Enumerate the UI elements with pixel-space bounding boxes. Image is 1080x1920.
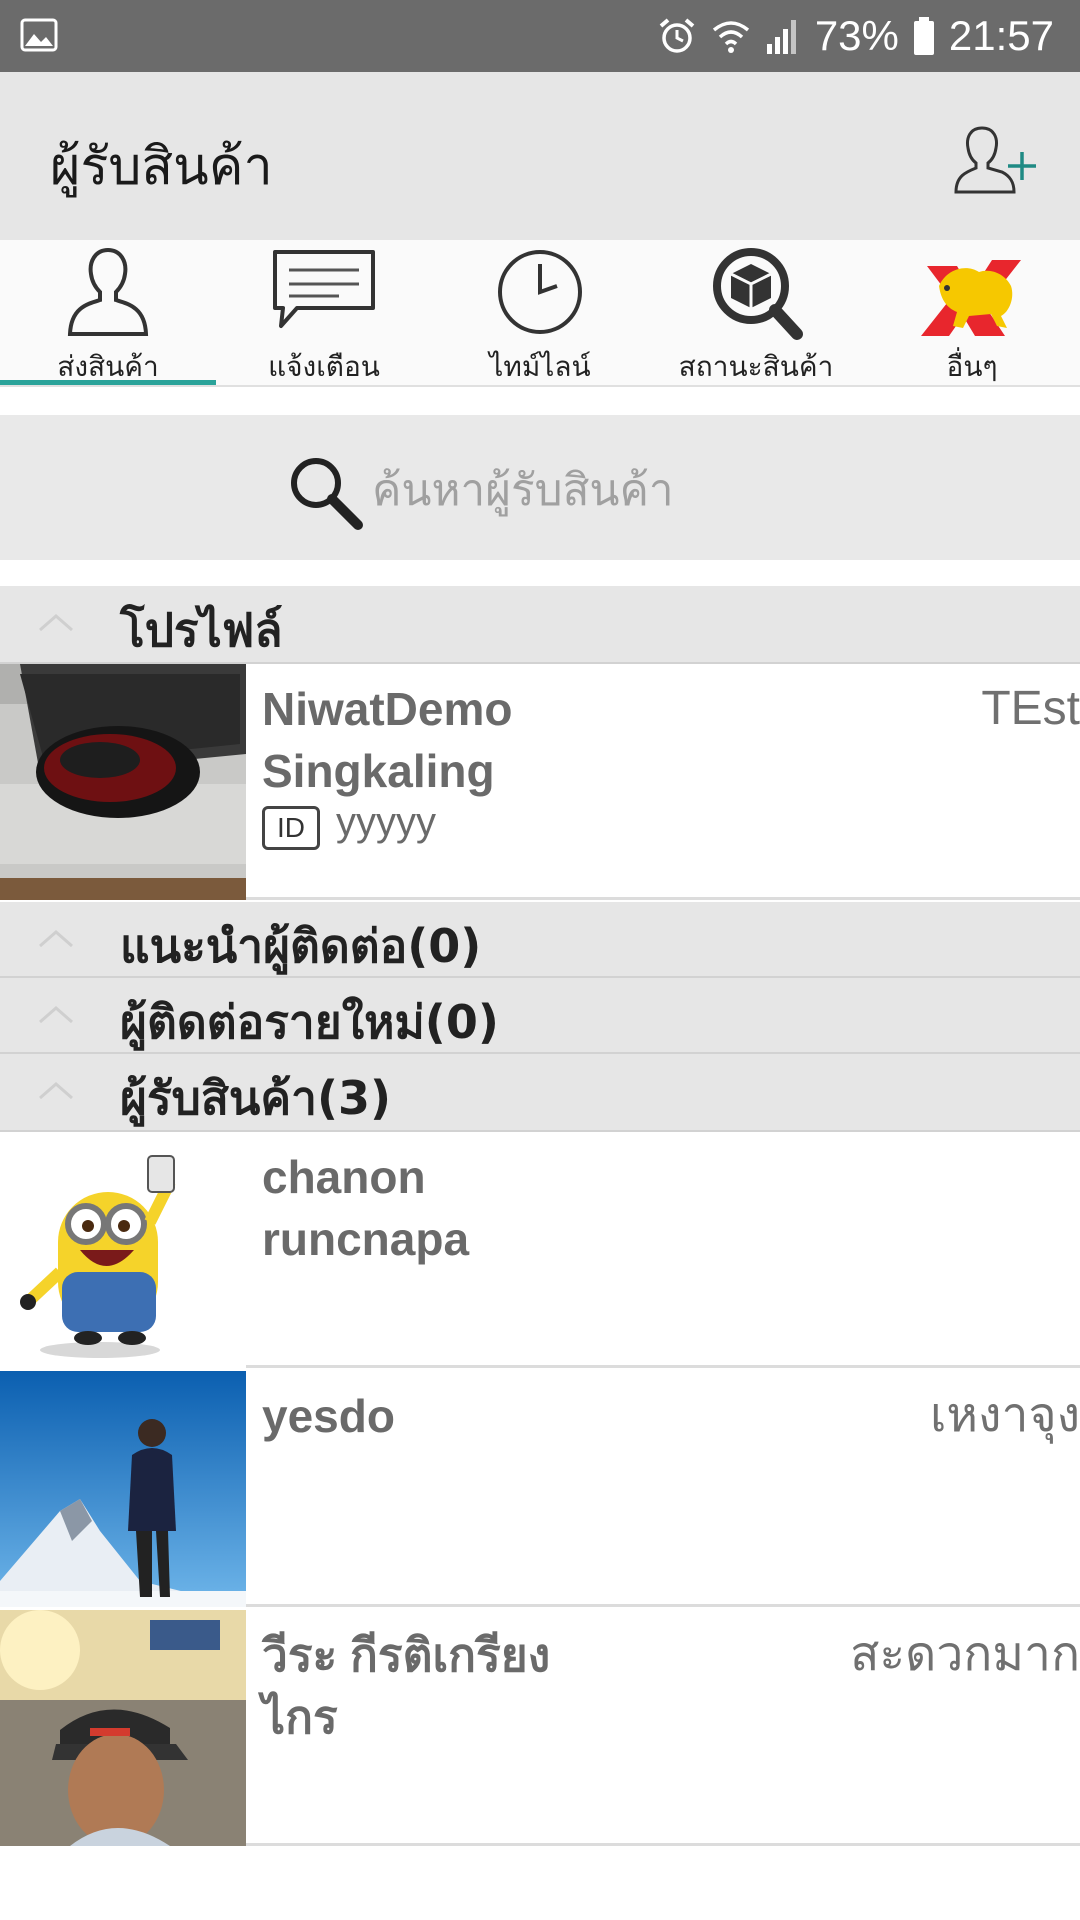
recipient-name: chanon runcnapa: [262, 1151, 470, 1265]
section-label: ผู้รับสินค้า(3): [120, 1071, 392, 1125]
divider: [0, 385, 1080, 415]
recipient-status: สะดวกมาก: [850, 1628, 1080, 1681]
tab-timeline[interactable]: ไทม์ไลน์: [432, 240, 648, 385]
section-label: โปรไฟล์: [120, 603, 283, 657]
section-header-suggested[interactable]: แนะนำผู้ติดต่อ(0): [0, 902, 1080, 978]
divider: [0, 560, 1080, 586]
section-header-new-contacts[interactable]: ผู้ติดต่อรายใหม่(0): [0, 978, 1080, 1054]
add-contact-icon[interactable]: [952, 120, 1042, 200]
recipient-name: วีระ กีรติเกรียง ไกร: [262, 1629, 551, 1743]
recipient-row[interactable]: วีระ กีรติเกรียง ไกร สะดวกมาก: [0, 1610, 1080, 1846]
section-label: แนะนำผู้ติดต่อ(0): [120, 919, 482, 973]
recipient-name: yesdo: [262, 1390, 395, 1442]
profile-name: NiwatDemo Singkaling: [262, 683, 513, 797]
lion-logo-icon: [921, 260, 1021, 336]
tab-label: ไทม์ไลน์: [489, 350, 591, 383]
profile-id: yyyyy: [336, 800, 436, 844]
page-title: ผู้รับสินค้า: [50, 137, 273, 197]
status-bar: 73% 21:57: [0, 0, 1080, 72]
recipient-avatar: [0, 1610, 246, 1846]
tab-notifications[interactable]: แจ้งเตือน: [216, 240, 432, 385]
recipient-avatar: [0, 1371, 246, 1607]
section-header-profile[interactable]: โปรไฟล์: [0, 586, 1080, 664]
signal-icon: [766, 20, 796, 54]
tab-more[interactable]: อื่นๆ: [864, 240, 1080, 385]
tab-package-status[interactable]: สถานะสินค้า: [648, 240, 864, 385]
recipient-status: เหงาจุง: [930, 1389, 1080, 1442]
chevron-up-icon: [39, 1006, 73, 1024]
battery-icon: [913, 17, 934, 55]
section-label: ผู้ติดต่อรายใหม่(0): [120, 995, 499, 1049]
id-badge: ID: [262, 806, 320, 850]
search-icon: [291, 458, 363, 530]
battery-percent: 73%: [814, 12, 899, 59]
message-icon: [273, 250, 375, 328]
person-icon: [67, 247, 149, 336]
tab-label: อื่นๆ: [946, 350, 998, 383]
section-header-recipients[interactable]: ผู้รับสินค้า(3): [0, 1054, 1080, 1132]
app-bar: ผู้รับสินค้า: [0, 72, 1080, 240]
chevron-up-icon: [39, 930, 73, 948]
tab-send-goods[interactable]: ส่งสินค้า: [0, 240, 216, 385]
tab-label: แจ้งเตือน: [268, 350, 380, 383]
package-search-icon: [713, 248, 803, 340]
search-input[interactable]: [372, 455, 972, 525]
clock-icon: [498, 250, 582, 334]
recipient-row[interactable]: yesdo เหงาจุง: [0, 1371, 1080, 1607]
gallery-icon: [20, 18, 58, 52]
profile-status: TEst: [981, 682, 1080, 735]
recipient-avatar: [0, 1132, 246, 1368]
wifi-icon: [712, 21, 749, 53]
status-icons: 73% 21:57: [657, 0, 1054, 72]
profile-row[interactable]: NiwatDemo Singkaling TEst ID yyyyy: [0, 664, 1080, 900]
alarm-icon: [659, 18, 695, 53]
tab-label: สถานะสินค้า: [678, 350, 834, 383]
tab-bar: ส่งสินค้า แจ้งเตือน ไทม์ไลน์ สถานะสินค้า: [0, 240, 1080, 385]
profile-photo: [0, 664, 246, 900]
clock-time: 21:57: [948, 12, 1054, 59]
search-bar[interactable]: [0, 415, 1080, 560]
recipient-row[interactable]: chanon runcnapa: [0, 1132, 1080, 1368]
chevron-up-icon: [39, 614, 73, 632]
chevron-up-icon: [39, 1082, 73, 1100]
